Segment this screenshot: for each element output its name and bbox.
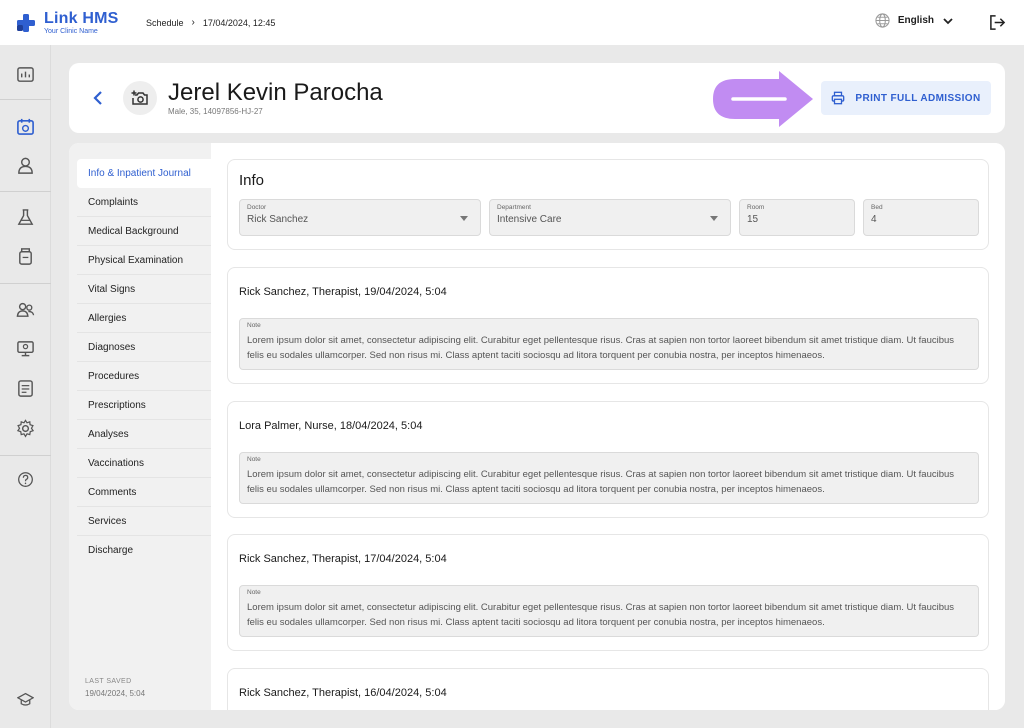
add-photo-camera-icon [131, 90, 148, 105]
language-label: English [897, 15, 934, 26]
graduation-cap-icon[interactable] [17, 691, 34, 708]
logout-icon[interactable] [989, 14, 1006, 31]
note-field[interactable]: Note Lorem ipsum dolor sit amet, consect… [239, 452, 979, 504]
journal-entry-title: Rick Sanchez, Therapist, 17/04/2024, 5:0… [239, 553, 447, 565]
help-icon[interactable] [17, 471, 34, 488]
medicine-bottle-icon[interactable] [16, 247, 35, 266]
journal-entry-title: Lora Palmer, Nurse, 18/04/2024, 5:04 [239, 420, 423, 432]
section-nav: Info & Inpatient Journal Complaints Medi… [69, 143, 211, 710]
main-card: Info & Inpatient Journal Complaints Medi… [69, 143, 1005, 710]
department-label: Department [497, 204, 531, 211]
journal-entry: Rick Sanchez, Therapist, 16/04/2024, 5:0… [227, 668, 989, 710]
bed-label: Bed [871, 204, 883, 211]
journal-entry: Rick Sanchez, Therapist, 19/04/2024, 5:0… [227, 267, 989, 384]
patient-photo[interactable] [123, 81, 157, 115]
nav-item-prescriptions[interactable]: Prescriptions [77, 391, 211, 420]
note-label: Note [247, 456, 261, 463]
last-saved-value: 19/04/2024, 5:04 [85, 689, 146, 698]
breadcrumb-current: 17/04/2024, 12:45 [202, 17, 276, 28]
user-icon[interactable] [16, 156, 35, 175]
department-select[interactable]: Department Intensive Care [489, 199, 731, 236]
rail-divider [0, 283, 51, 284]
note-text: Lorem ipsum dolor sit amet, consectetur … [247, 335, 955, 361]
globe-icon [875, 13, 890, 28]
bed-value: 4 [871, 214, 877, 225]
dropdown-caret-icon [460, 216, 468, 221]
chevron-down-icon [943, 17, 953, 24]
nav-item-discharge[interactable]: Discharge [77, 536, 211, 565]
nav-item-procedures[interactable]: Procedures [77, 362, 211, 391]
dashboard-icon[interactable] [16, 65, 35, 84]
doctor-value: Rick Sanchez [247, 214, 309, 225]
patient-header: Jerel Kevin Parocha Male, 35, 14097856-H… [69, 63, 1005, 133]
clinic-name: Your Clinic Name [44, 27, 98, 35]
rail-divider [0, 191, 51, 192]
room-value: 15 [747, 214, 759, 225]
breadcrumb: Schedule › 17/04/2024, 12:45 [146, 17, 275, 28]
breadcrumb-separator-icon: › [191, 17, 195, 28]
note-field[interactable]: Note Lorem ipsum dolor sit amet, consect… [239, 318, 979, 370]
report-icon[interactable] [16, 379, 35, 398]
note-field[interactable]: Note Lorem ipsum dolor sit amet, consect… [239, 585, 979, 637]
note-label: Note [247, 322, 261, 329]
nav-item-diagnoses[interactable]: Diagnoses [77, 333, 211, 362]
nav-item-info-inpatient-journal[interactable]: Info & Inpatient Journal [77, 159, 211, 188]
bed-field[interactable]: Bed 4 [863, 199, 979, 236]
top-bar: Link HMS Your Clinic Name Schedule › 17/… [0, 0, 1024, 45]
info-title: Info [239, 172, 265, 189]
note-text: Lorem ipsum dolor sit amet, consectetur … [247, 602, 955, 628]
patient-name: Jerel Kevin Parocha [168, 79, 383, 106]
app-logo[interactable]: Link HMS Your Clinic Name [16, 9, 130, 35]
icon-rail [0, 45, 51, 728]
room-field[interactable]: Room 15 [739, 199, 855, 236]
journal-entry: Rick Sanchez, Therapist, 17/04/2024, 5:0… [227, 534, 989, 651]
doctor-label: Doctor [247, 204, 267, 211]
gear-icon[interactable] [16, 419, 35, 438]
doctor-select[interactable]: Doctor Rick Sanchez [239, 199, 481, 236]
room-label: Room [747, 204, 765, 211]
language-selector[interactable]: English [875, 13, 954, 28]
journal-entry: Lora Palmer, Nurse, 18/04/2024, 5:04 Not… [227, 401, 989, 518]
nav-item-vital-signs[interactable]: Vital Signs [77, 275, 211, 304]
calendar-icon[interactable] [16, 117, 35, 136]
rail-divider [0, 99, 51, 100]
journal-entry-title: Rick Sanchez, Therapist, 16/04/2024, 5:0… [239, 687, 447, 699]
nav-item-services[interactable]: Services [77, 507, 211, 536]
app-name: Link HMS [44, 9, 119, 27]
note-text: Lorem ipsum dolor sit amet, consectetur … [247, 469, 955, 495]
logo-cross-icon [17, 13, 35, 32]
monitor-icon[interactable] [16, 339, 35, 358]
dropdown-caret-icon [710, 216, 718, 221]
printer-icon [832, 91, 845, 105]
department-value: Intensive Care [497, 214, 562, 225]
patient-info: Male, 35, 14097856-HJ-27 [168, 107, 263, 116]
nav-item-medical-background[interactable]: Medical Background [77, 217, 211, 246]
nav-item-complaints[interactable]: Complaints [77, 188, 211, 217]
last-saved-label: LAST SAVED [85, 678, 132, 685]
nav-item-comments[interactable]: Comments [77, 478, 211, 507]
note-label: Note [247, 589, 261, 596]
pointer-arrow-icon [713, 71, 813, 127]
back-arrow-icon[interactable] [91, 90, 105, 106]
rail-divider [0, 455, 51, 456]
lab-flask-icon[interactable] [16, 208, 35, 227]
content-area: Info Doctor Rick Sanchez Department Inte… [211, 143, 1005, 710]
journal-entry-title: Rick Sanchez, Therapist, 19/04/2024, 5:0… [239, 286, 447, 298]
users-icon[interactable] [16, 300, 35, 319]
breadcrumb-schedule[interactable]: Schedule [146, 18, 184, 28]
info-panel: Info Doctor Rick Sanchez Department Inte… [227, 159, 989, 250]
print-full-admission-button[interactable]: PRINT FULL ADMISSION [821, 81, 991, 115]
nav-item-vaccinations[interactable]: Vaccinations [77, 449, 211, 478]
nav-item-analyses[interactable]: Analyses [77, 420, 211, 449]
nav-item-physical-examination[interactable]: Physical Examination [77, 246, 211, 275]
nav-item-allergies[interactable]: Allergies [77, 304, 211, 333]
print-button-label: PRINT FULL ADMISSION [855, 92, 981, 104]
